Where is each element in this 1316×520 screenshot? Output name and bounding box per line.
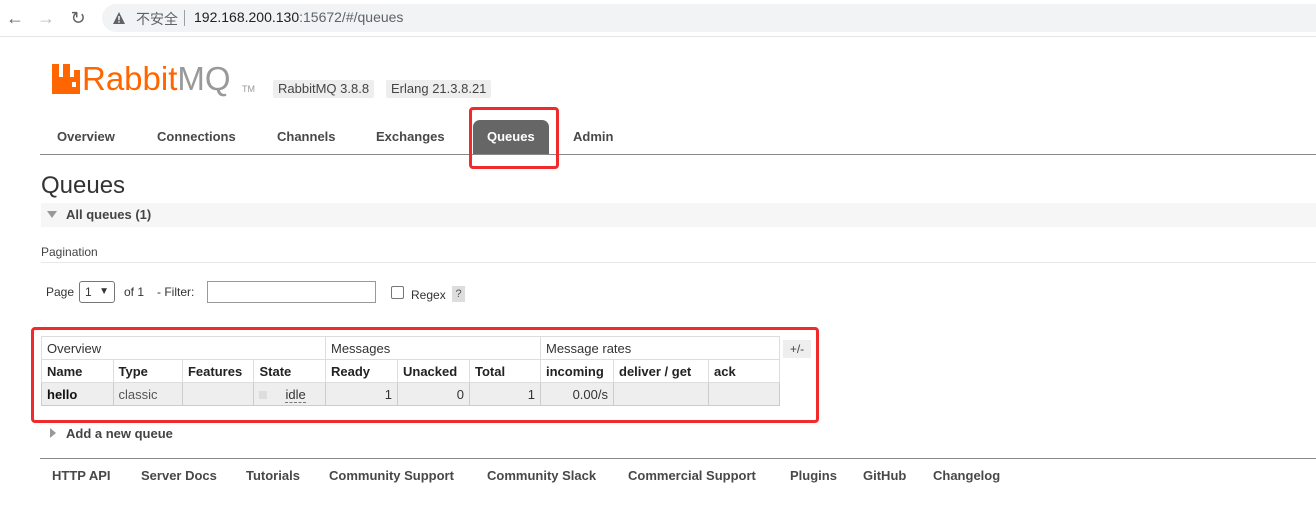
url-path: :15672/#/queues — [299, 9, 404, 25]
queue-deliver-get — [613, 382, 709, 406]
reload-icon[interactable]: ↻ — [68, 8, 88, 28]
forward-arrow-icon[interactable]: → — [36, 8, 56, 28]
logo-mq: MQ — [177, 60, 231, 97]
footer-link-http-api[interactable]: HTTP API — [52, 468, 111, 483]
logo-rabbit: Rabbit — [82, 60, 178, 97]
column-header-total[interactable]: Total — [469, 359, 541, 383]
rabbitmq-version-badge: RabbitMQ 3.8.8 — [273, 80, 375, 98]
queue-features — [181, 382, 255, 406]
table-row[interactable]: hello classic idle 1 0 1 0.00/s — [41, 382, 780, 406]
logo-wordmark: RabbitMQ — [82, 60, 231, 98]
tab-overview[interactable]: Overview — [43, 120, 129, 154]
logo-trademark: TM — [242, 84, 255, 94]
column-header-type[interactable]: Type — [112, 359, 183, 383]
queue-total: 1 — [469, 382, 541, 406]
all-queues-section-header[interactable]: All queues (1) — [41, 203, 1316, 227]
pagination-divider — [41, 262, 1316, 263]
queue-type: classic — [112, 382, 183, 406]
tab-exchanges[interactable]: Exchanges — [362, 120, 459, 154]
footer-link-server-docs[interactable]: Server Docs — [141, 468, 217, 483]
browser-toolbar: ← → ↻ 不安全 192.168.200.130:15672/#/queues — [0, 0, 1316, 37]
rabbitmq-logo-icon — [52, 64, 80, 94]
regex-checkbox[interactable] — [391, 286, 404, 299]
regex-label: Regex — [411, 288, 446, 302]
pagination-label: Pagination — [41, 245, 98, 259]
footer-link-plugins[interactable]: Plugins — [790, 468, 837, 483]
page-label: Page — [46, 285, 75, 299]
regex-help-icon[interactable]: ? — [452, 286, 465, 302]
chevron-down-icon: ▼ — [99, 286, 109, 297]
tab-admin[interactable]: Admin — [559, 120, 627, 154]
column-header-ack[interactable]: ack — [708, 359, 780, 383]
warning-icon[interactable] — [112, 11, 126, 25]
add-queue-label: Add a new queue — [66, 426, 173, 441]
main-nav-tabs: Overview Connections Channels Exchanges … — [40, 120, 1316, 155]
group-header-message-rates: Message rates — [540, 336, 780, 360]
footer-link-commercial-support[interactable]: Commercial Support — [628, 468, 756, 483]
all-queues-label: All queues (1) — [66, 207, 152, 222]
tab-connections[interactable]: Connections — [143, 120, 250, 154]
page-select-value: 1 — [85, 285, 92, 299]
tab-queues[interactable]: Queues — [473, 120, 549, 154]
footer-link-github[interactable]: GitHub — [863, 468, 906, 483]
column-header-features[interactable]: Features — [181, 359, 255, 383]
queue-unacked: 0 — [397, 382, 470, 406]
footer-link-changelog[interactable]: Changelog — [933, 468, 1000, 483]
column-header-deliver-get[interactable]: deliver / get — [613, 359, 709, 383]
footer-link-tutorials[interactable]: Tutorials — [246, 468, 300, 483]
queue-state: idle — [253, 382, 326, 406]
footer-link-community-support[interactable]: Community Support — [329, 468, 454, 483]
group-header-messages: Messages — [325, 336, 541, 360]
state-indicator-icon — [259, 391, 268, 400]
group-header-overview: Overview — [41, 336, 326, 360]
erlang-version-badge: Erlang 21.3.8.21 — [386, 80, 492, 98]
page-of-label: of 1 — [124, 285, 145, 299]
address-separator — [184, 10, 185, 26]
queue-ack — [708, 382, 780, 406]
page-title: Queues — [41, 172, 126, 199]
footer-divider — [40, 458, 1316, 459]
column-header-incoming[interactable]: incoming — [540, 359, 614, 383]
column-header-name[interactable]: Name — [41, 359, 114, 383]
back-arrow-icon[interactable]: ← — [5, 8, 25, 28]
column-header-unacked[interactable]: Unacked — [397, 359, 470, 383]
queue-name-link[interactable]: hello — [41, 382, 114, 406]
column-header-ready[interactable]: Ready — [325, 359, 398, 383]
url-text[interactable]: 192.168.200.130:15672/#/queues — [194, 9, 403, 25]
queues-table: Overview Messages Message rates Name Typ… — [41, 336, 780, 406]
insecure-label[interactable]: 不安全 — [136, 9, 178, 29]
expand-triangle-icon — [50, 428, 56, 438]
page-select[interactable]: 1 ▼ — [79, 281, 115, 303]
filter-input[interactable] — [207, 281, 376, 303]
queue-ready: 1 — [325, 382, 398, 406]
url-host: 192.168.200.130 — [194, 9, 300, 25]
collapse-triangle-icon — [47, 211, 57, 218]
filter-label: - Filter: — [157, 285, 195, 299]
queue-incoming: 0.00/s — [540, 382, 614, 406]
column-header-state[interactable]: State — [253, 359, 326, 383]
queue-state-text: idle — [285, 386, 306, 403]
footer-link-community-slack[interactable]: Community Slack — [487, 468, 596, 483]
toggle-columns-button[interactable]: +/- — [783, 340, 811, 358]
tab-channels[interactable]: Channels — [263, 120, 350, 154]
